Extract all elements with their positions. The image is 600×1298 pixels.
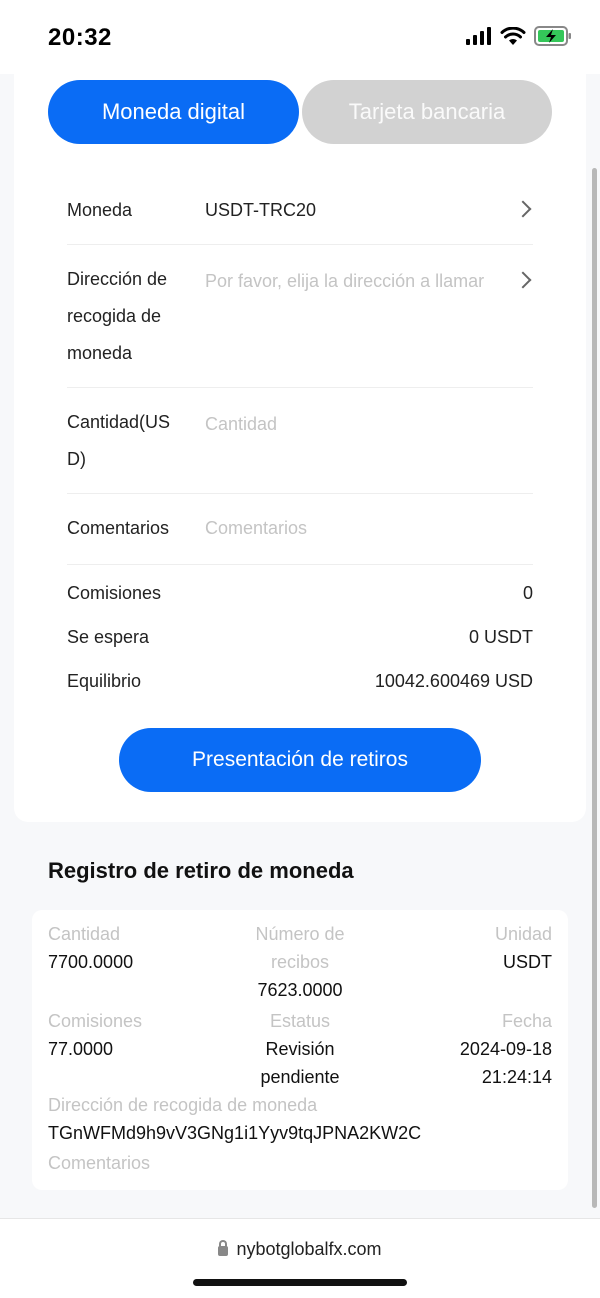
comments-label: Comentarios [67,518,170,538]
coin-value: USDT-TRC20 [205,200,317,220]
tab-digital-currency[interactable]: Moneda digital [48,80,299,144]
record-receipts: 7623.0000 [257,980,343,1000]
balance-label: Equilibrio [67,671,142,691]
expected-label: Se espera [67,627,150,647]
scrollbar[interactable] [592,168,597,1208]
amount-input[interactable]: Cantidad [205,414,277,435]
record-unit-label: Unidad [494,924,552,944]
address-placeholder: Por favor, elija la dirección a llamar [205,271,485,291]
amount-row: Cantidad(USD) Cantidad [67,388,533,494]
record-status: Revisión pendiente [260,1039,340,1087]
record-address: TGnWFMd9h9vV3GNg1i1Yyv9tqJPNA2KW2C [48,1123,422,1143]
comments-input[interactable]: Comentarios [205,518,307,539]
withdrawal-record: Cantidad 7700.0000 Número de recibos 762… [32,910,568,1190]
coin-label: Moneda [67,200,133,220]
address-row[interactable]: Dirección de recogida de moneda Por favo… [67,245,533,388]
url-text: nybotglobalfx.com [236,1239,382,1259]
balance-value: 10042.600469 USD [374,671,533,691]
coin-row[interactable]: Moneda USDT-TRC20 [67,174,533,245]
record-date: 2024-09-18 [459,1039,552,1059]
fees-value: 0 [522,583,533,603]
chevron-right-icon [514,271,532,289]
fees-label: Comisiones [67,583,162,603]
status-icons [466,26,572,46]
tab-bank-card[interactable]: Tarjeta bancaria [302,80,552,144]
wifi-icon [500,26,526,45]
battery-charging-icon [534,26,571,46]
expected-row: Se espera 0 USDT [67,627,533,657]
record-amount: 7700.0000 [48,952,134,972]
lock-icon [218,1240,229,1256]
signal-icon [466,27,491,45]
address-label: Dirección de recogida de moneda [67,269,168,363]
url-display[interactable]: nybotglobalfx.com [0,1239,600,1260]
chevron-right-icon [514,200,532,218]
fees-row: Comisiones 0 [67,583,533,613]
status-bar: 20:32 [0,0,600,74]
status-time: 20:32 [48,24,112,51]
browser-url-bar[interactable]: nybotglobalfx.com [0,1218,600,1298]
comments-row: Comentarios Comentarios [67,494,533,565]
record-fees-label: Comisiones [48,1011,143,1031]
records-title: Registro de retiro de moneda [48,858,354,883]
page-content: Moneda digital Tarjeta bancaria Moneda U… [0,74,600,1218]
record-time: 21:24:14 [481,1067,552,1087]
record-unit: USDT [503,952,552,972]
record-amount-label: Cantidad [48,924,121,944]
amount-label: Cantidad(USD) [67,412,171,469]
record-receipts-label: Número de recibos [255,924,345,972]
balance-row: Equilibrio 10042.600469 USD [67,671,533,701]
withdraw-form-card: Moneda digital Tarjeta bancaria Moneda U… [14,74,586,822]
submit-withdrawal-button[interactable]: Presentación de retiros [119,728,481,792]
record-address-label: Dirección de recogida de moneda [48,1095,318,1115]
home-indicator[interactable] [193,1279,407,1286]
expected-value: 0 USDT [468,627,533,647]
record-date-label: Fecha [501,1011,552,1031]
record-status-label: Estatus [269,1011,331,1031]
record-fees: 77.0000 [48,1039,114,1059]
record-comments-label: Comentarios [48,1153,151,1173]
